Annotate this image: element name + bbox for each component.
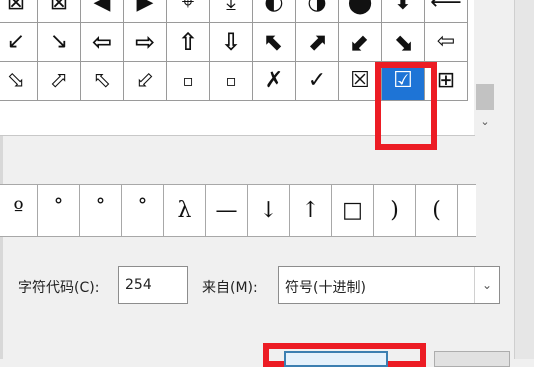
symbol-grid-scrollbar[interactable]: ⌄ bbox=[474, 0, 498, 135]
recent-symbol-cell[interactable]: λ bbox=[164, 185, 206, 236]
cancel-button[interactable] bbox=[434, 351, 510, 367]
symbol-cell[interactable]: ⇦ bbox=[425, 23, 468, 62]
symbol-cell[interactable]: ◐ bbox=[253, 0, 296, 23]
symbol-cell[interactable]: ⬋ bbox=[339, 23, 382, 62]
char-code-input[interactable] bbox=[118, 266, 188, 304]
recent-symbol-cell[interactable]: ↓ bbox=[248, 185, 290, 236]
symbol-cell[interactable]: ⬤ bbox=[339, 0, 382, 23]
symbol-cell[interactable]: ⬃ bbox=[124, 62, 167, 101]
window-right-edge bbox=[514, 0, 534, 359]
symbol-cell[interactable]: ⊠ bbox=[38, 0, 81, 23]
recently-used-symbols: º ˚ ˚ ˚ λ — ↓ ↑ □)( bbox=[0, 184, 476, 237]
symbol-cell[interactable]: ⬈ bbox=[296, 23, 339, 62]
recent-symbol-cell[interactable]: — bbox=[206, 185, 248, 236]
symbol-cell[interactable]: ↙ bbox=[0, 23, 38, 62]
scroll-down-arrow-icon[interactable]: ⌄ bbox=[476, 112, 494, 132]
symbol-cell[interactable]: ▶ bbox=[124, 0, 167, 23]
recent-symbol-cell[interactable]: ↑ bbox=[290, 185, 332, 236]
symbol-cell[interactable]: ⌖ bbox=[167, 0, 210, 23]
symbol-cell-selected[interactable]: ☑ bbox=[382, 62, 425, 101]
symbol-cell[interactable]: ⇨ bbox=[124, 23, 167, 62]
symbol-cell[interactable]: ▫ bbox=[210, 62, 253, 101]
char-code-label: 字符代码(C): bbox=[18, 280, 100, 296]
symbol-cell[interactable]: ⊠ bbox=[0, 0, 38, 23]
symbol-cell[interactable]: ◀ bbox=[81, 0, 124, 23]
recent-symbol-cell[interactable]: □ bbox=[332, 185, 374, 236]
symbol-cell[interactable]: ⟵ bbox=[425, 0, 468, 23]
symbol-cell[interactable]: ⬇ bbox=[382, 0, 425, 23]
symbol-cell[interactable]: ✗ bbox=[253, 62, 296, 101]
recent-symbol-cell[interactable]: ˚ bbox=[122, 185, 164, 236]
recent-symbol-cell[interactable]: º bbox=[0, 185, 38, 236]
symbol-dialog: ⊠ ⊠ ◀ ▶ ⌖ ⤓ ◐ ◑ ⬤ ⬇ ⟵ ↙ ↘ ⇦ ⇨ ⇧ ⇩ ⬉ ⬈ ⬋ ⬊ ⇦ ⬂ ⬀ ⬁ ⬃ ▫ ▫ ✗ ✓ ☒ ☑ ⊞ ⌄ º ˚ ˚ ˚… bbox=[0, 0, 514, 367]
symbol-cell[interactable]: ⬂ bbox=[0, 62, 38, 101]
recent-symbol-cell[interactable]: ˚ bbox=[38, 185, 80, 236]
symbol-cell[interactable]: ⇧ bbox=[167, 23, 210, 62]
symbol-cell[interactable]: ⬀ bbox=[38, 62, 81, 101]
recent-symbol-cell[interactable]: ) bbox=[374, 185, 416, 236]
scrollbar-thumb[interactable] bbox=[476, 84, 494, 110]
symbol-cell[interactable]: ☒ bbox=[339, 62, 382, 101]
symbol-cell[interactable]: ◑ bbox=[296, 0, 339, 23]
symbol-cell[interactable]: ⇩ bbox=[210, 23, 253, 62]
symbol-cell[interactable]: ⊞ bbox=[425, 62, 468, 101]
symbol-cell[interactable]: ⇦ bbox=[81, 23, 124, 62]
symbol-cell[interactable]: ⤓ bbox=[210, 0, 253, 23]
recent-symbol-cell[interactable]: ˚ bbox=[80, 185, 122, 236]
symbol-cell[interactable]: ✓ bbox=[296, 62, 339, 101]
symbol-cell[interactable]: ↘ bbox=[38, 23, 81, 62]
insert-button[interactable] bbox=[284, 351, 388, 367]
symbol-cell[interactable]: ⬁ bbox=[81, 62, 124, 101]
chevron-down-icon[interactable]: ⌄ bbox=[474, 267, 499, 303]
from-select[interactable]: 符号(十进制) ⌄ bbox=[278, 266, 500, 304]
from-select-value: 符号(十进制) bbox=[285, 280, 366, 296]
symbol-cell[interactable]: ⬉ bbox=[253, 23, 296, 62]
recent-symbol-cell[interactable]: ( bbox=[416, 185, 458, 236]
symbol-cell[interactable]: ⬊ bbox=[382, 23, 425, 62]
symbol-cell[interactable]: ▫ bbox=[167, 62, 210, 101]
from-label: 来自(M): bbox=[202, 280, 258, 296]
symbol-grid[interactable]: ⊠ ⊠ ◀ ▶ ⌖ ⤓ ◐ ◑ ⬤ ⬇ ⟵ ↙ ↘ ⇦ ⇨ ⇧ ⇩ ⬉ ⬈ ⬋ ⬊ ⇦ ⬂ ⬀ ⬁ ⬃ ▫ ▫ ✗ ✓ ☒ ☑ ⊞ bbox=[0, 0, 475, 136]
